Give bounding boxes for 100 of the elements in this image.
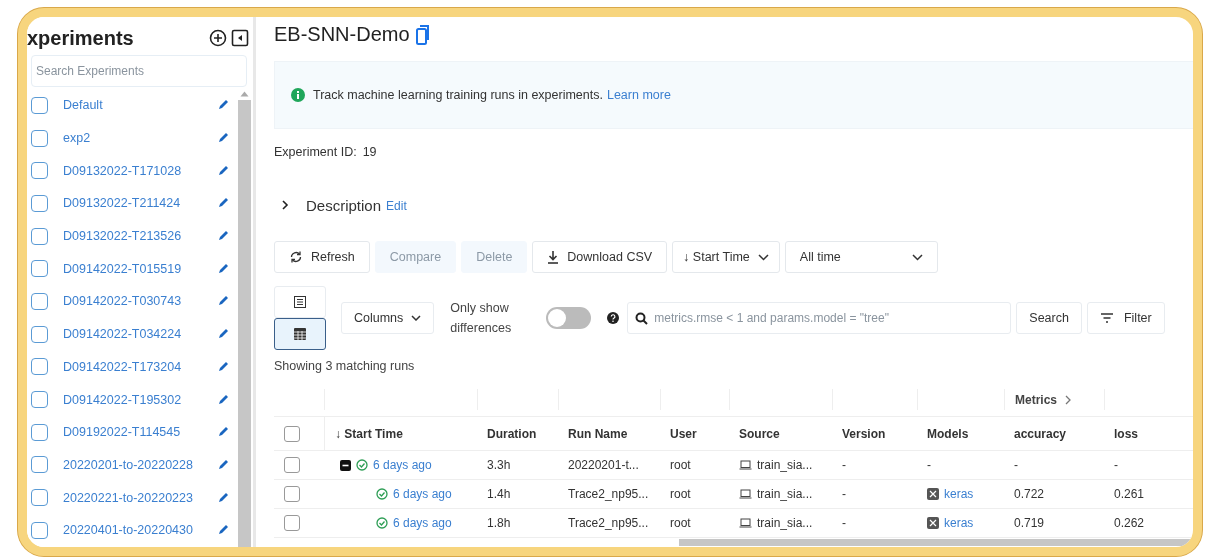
toolbar-button[interactable]: Refresh xyxy=(274,241,370,274)
checkbox[interactable] xyxy=(284,486,300,503)
checkbox[interactable] xyxy=(284,425,300,442)
experiment-title: EB-SNN-Demo xyxy=(274,23,410,47)
experiment-id-value: 19 xyxy=(362,144,377,159)
experiment-link[interactable]: exp2 xyxy=(63,131,217,146)
pencil-icon xyxy=(217,295,229,308)
run-start-time-link[interactable]: 6 days ago xyxy=(393,516,452,531)
pencil-icon xyxy=(217,132,229,145)
column-header[interactable]: Version xyxy=(842,426,886,441)
run-start-time-link[interactable]: 6 days ago xyxy=(393,487,452,502)
pencil-icon xyxy=(217,99,229,112)
checkbox[interactable] xyxy=(31,456,48,474)
check-circle-icon xyxy=(376,488,388,501)
checkbox[interactable] xyxy=(31,325,48,343)
model-icon xyxy=(927,517,939,530)
column-header[interactable]: accuracy xyxy=(1014,426,1067,441)
column-group-header[interactable]: Metrics xyxy=(1015,392,1058,407)
checkbox[interactable] xyxy=(31,194,48,212)
column-header[interactable]: Duration xyxy=(487,426,537,441)
column-header[interactable]: loss xyxy=(1114,426,1138,441)
laptop-icon xyxy=(739,489,752,500)
toggle-label: Only show differences xyxy=(450,300,513,338)
search-field[interactable]: Search Experiments xyxy=(31,55,247,87)
experiment-link[interactable]: D09132022-T171028 xyxy=(63,163,217,178)
table-cell: 20220201-t... xyxy=(568,458,639,473)
experiment-link[interactable]: D09142022-T195302 xyxy=(63,392,217,407)
checkbox[interactable] xyxy=(284,457,300,474)
checkbox[interactable] xyxy=(31,96,48,114)
caret-icon xyxy=(911,253,923,261)
check-circle-icon xyxy=(356,459,368,472)
checkbox[interactable] xyxy=(31,227,48,245)
experiment-link[interactable]: 20220221-to-20220223 xyxy=(63,490,217,505)
model-link[interactable]: keras xyxy=(944,516,974,531)
experiment-link[interactable]: D09142022-T030743 xyxy=(63,294,217,309)
column-header[interactable]: User xyxy=(670,426,697,441)
scroll-up-icon xyxy=(239,91,249,97)
list-view-button[interactable] xyxy=(274,286,326,319)
experiment-id-label: Experiment ID: xyxy=(274,144,357,159)
search-icon xyxy=(635,312,649,326)
table-cell: 0.719 xyxy=(1014,516,1045,531)
checkbox[interactable] xyxy=(284,515,300,532)
table-view-button[interactable] xyxy=(274,318,326,351)
pencil-icon xyxy=(217,393,229,406)
experiment-link[interactable]: D09132022-T211424 xyxy=(63,196,217,211)
table-cell: 0.262 xyxy=(1114,516,1145,531)
filter-button[interactable]: Filter xyxy=(1086,302,1165,335)
pencil-icon xyxy=(217,491,229,504)
checkbox[interactable] xyxy=(31,292,48,310)
experiment-link[interactable]: D09142022-T034224 xyxy=(63,327,217,342)
experiment-link[interactable]: 20220201-to-20220228 xyxy=(63,457,217,472)
column-header[interactable]: Models xyxy=(927,426,969,441)
experiment-link[interactable]: Default xyxy=(63,98,217,113)
checkbox[interactable] xyxy=(31,358,48,376)
table-cell: Trace2_np95... xyxy=(568,487,649,502)
refresh-icon xyxy=(289,250,303,265)
checkbox[interactable] xyxy=(31,391,48,409)
check-circle-icon xyxy=(376,517,388,530)
columns-button[interactable]: Columns xyxy=(341,302,435,335)
run-start-time-link[interactable]: 6 days ago xyxy=(373,458,432,473)
copy-icon xyxy=(415,24,430,45)
toolbar-button[interactable]: Download CSV xyxy=(532,241,668,274)
sidebar-title: xperiments xyxy=(27,26,135,50)
checkbox[interactable] xyxy=(31,129,48,147)
table-cell: 0.722 xyxy=(1014,487,1045,502)
experiment-link[interactable]: 20220401-to-20220430 xyxy=(63,523,217,538)
table-cell: - xyxy=(927,458,931,473)
learn-more-link[interactable]: Learn more xyxy=(606,87,671,102)
experiment-link[interactable]: D09142022-T015519 xyxy=(63,261,217,276)
edit-link[interactable]: Edit xyxy=(386,199,407,214)
caret-icon xyxy=(757,253,769,261)
time-range-select[interactable]: All time xyxy=(784,241,938,274)
table-cell: root xyxy=(670,487,691,502)
checkbox[interactable] xyxy=(31,489,48,507)
checkbox[interactable] xyxy=(31,260,48,278)
search-field[interactable]: metrics.rmse < 1 and params.model = "tree" xyxy=(627,302,1012,335)
checkbox[interactable] xyxy=(31,521,48,539)
sort-select[interactable]: ↓ Start Time xyxy=(672,241,780,274)
search-button[interactable]: Search xyxy=(1016,302,1082,335)
table-cell: train_sia... xyxy=(757,516,813,531)
experiment-link[interactable]: D09142022-T173204 xyxy=(63,359,217,374)
table-cell: Trace2_np95... xyxy=(568,516,649,531)
experiment-link[interactable]: D09132022-T213526 xyxy=(63,229,217,244)
list-icon xyxy=(294,296,306,309)
table-cell: train_sia... xyxy=(757,458,813,473)
checkbox[interactable] xyxy=(31,423,48,441)
column-header[interactable]: Source xyxy=(739,426,780,441)
download-icon xyxy=(547,250,560,265)
toggle-switch[interactable] xyxy=(546,307,592,330)
checkbox[interactable] xyxy=(31,162,48,180)
pencil-icon xyxy=(217,230,229,243)
column-header[interactable]: Run Name xyxy=(568,426,628,441)
column-header[interactable]: ↓ Start Time xyxy=(335,426,403,441)
table-cell: - xyxy=(842,516,846,531)
table-cell: 0.261 xyxy=(1114,487,1145,502)
table-cell: root xyxy=(670,458,691,473)
model-link[interactable]: keras xyxy=(944,487,974,502)
collapse-icon xyxy=(231,29,249,47)
experiment-link[interactable]: D09192022-T114545 xyxy=(63,425,217,440)
pencil-icon xyxy=(217,426,229,439)
